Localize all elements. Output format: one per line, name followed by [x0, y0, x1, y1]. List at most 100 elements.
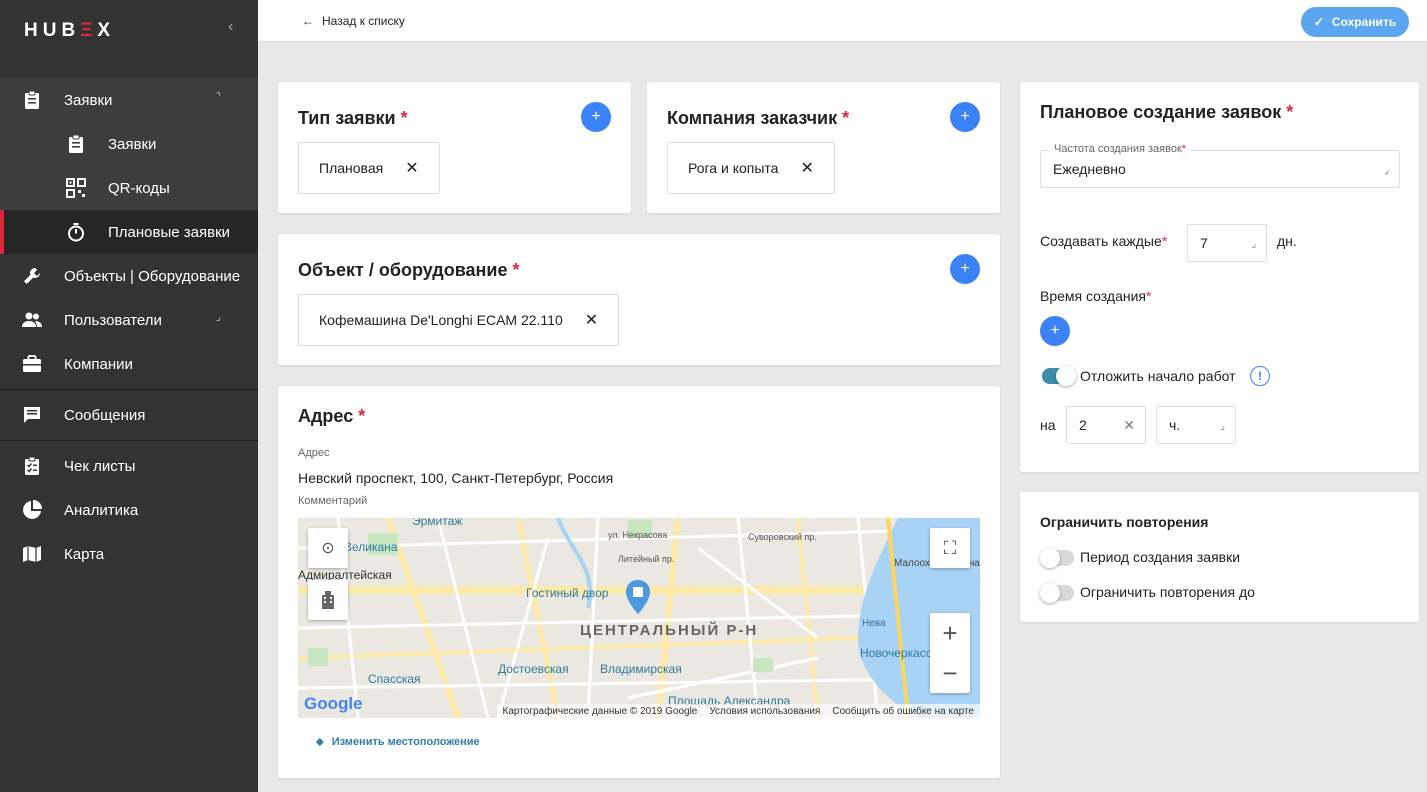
back-to-list-link[interactable]: ← Назад к списку	[302, 14, 405, 28]
change-location-link[interactable]: ⬥ Изменить местоположение	[316, 736, 480, 749]
card-title: Тип заявки *	[298, 108, 408, 128]
my-location-button[interactable]: ⊙	[308, 528, 348, 568]
address-label: Адрес	[298, 447, 330, 459]
map-label: Владимирская	[600, 662, 682, 676]
map-label: Нева	[862, 618, 886, 629]
google-logo: Google	[304, 694, 363, 713]
chip-label: Плановая	[319, 160, 384, 176]
card-title: Плановое создание заявок *	[1040, 102, 1294, 122]
sidebar-item-label: Карта	[64, 545, 105, 563]
delay-unit-select[interactable]: ч. ⌟	[1156, 406, 1236, 444]
plus-icon: +	[960, 108, 970, 125]
save-label: Сохранить	[1331, 15, 1397, 29]
sidebar-item-label: Компании	[64, 355, 133, 373]
info-icon[interactable]: !	[1250, 366, 1270, 386]
sidebar-item-checklists[interactable]: Чек листы	[0, 444, 258, 488]
add-time-button[interactable]: +	[1040, 316, 1070, 346]
sidebar-item-users[interactable]: Пользователи ⌟	[0, 298, 258, 342]
target-icon: ⊙	[321, 540, 335, 557]
caret-icon: ⌟	[1251, 239, 1256, 250]
delay-start-label: Отложить начало работ	[1080, 368, 1236, 384]
chevron-left-icon[interactable]: ‹	[228, 18, 233, 36]
zoom-in-button[interactable]: +	[942, 613, 957, 653]
address-card: Адрес * Адрес Невский проспект, 100, Сан…	[278, 386, 1000, 778]
limit-until-label: Ограничить повторения до	[1080, 584, 1255, 600]
card-title: Компания заказчик *	[667, 108, 850, 128]
map-icon	[23, 546, 41, 562]
sidebar-item-objects[interactable]: Объекты | Оборудование	[0, 254, 258, 298]
caret-icon: ⌟	[216, 312, 221, 323]
map-view[interactable]: Эрмитаж Великана Адмиралтейская Гостиный…	[298, 518, 980, 718]
sidebar: HUBΞX ‹ Заявки ⌝ Заявки QR-коды Плановые…	[0, 0, 258, 792]
limit-until-toggle[interactable]	[1040, 583, 1074, 603]
sidebar-item-label: Заявки	[64, 91, 113, 109]
toggle-knob	[1056, 366, 1076, 386]
delay-prefix: на	[1040, 417, 1056, 433]
building-layer-button[interactable]	[308, 580, 348, 620]
card-title: Объект / оборудование *	[298, 260, 520, 280]
frequency-label: Частота создания заявок*	[1050, 143, 1191, 155]
arrow-left-icon: ←	[302, 14, 314, 28]
period-toggle[interactable]	[1040, 548, 1074, 568]
every-input[interactable]: 7 ⌟	[1187, 224, 1267, 262]
sidebar-divider	[0, 440, 258, 441]
add-equipment-button[interactable]: +	[950, 254, 980, 284]
address-value[interactable]: Невский проспект, 100, Санкт-Петербург, …	[298, 470, 613, 486]
map-label: Достоевская	[498, 662, 569, 676]
close-icon[interactable]: ✕	[405, 158, 418, 178]
sidebar-item-companies[interactable]: Компании	[0, 342, 258, 386]
sidebar-item-requests[interactable]: Заявки ⌝	[0, 78, 258, 122]
sidebar-item-label: QR-коды	[108, 179, 170, 197]
sidebar-subitem-planned-requests[interactable]: Плановые заявки	[0, 210, 258, 254]
map-report-link[interactable]: Сообщить об ошибке на карте	[832, 706, 974, 717]
map-label: Спасская	[368, 672, 421, 686]
plus-icon: +	[1050, 322, 1060, 339]
every-label: Создавать каждые*	[1040, 233, 1168, 249]
map-label: ЦЕНТРАЛЬНЫЙ Р-Н	[580, 622, 759, 639]
building-icon	[322, 591, 334, 609]
hubex-logo[interactable]: HUBΞX	[24, 20, 115, 42]
sidebar-item-analytics[interactable]: Аналитика	[0, 488, 258, 532]
caret-icon: ⌝	[216, 92, 221, 103]
sidebar-item-label: Аналитика	[64, 501, 139, 519]
add-request-type-button[interactable]: +	[581, 102, 611, 132]
sidebar-item-label: Объекты | Оборудование	[64, 267, 241, 285]
fullscreen-icon: ⛶	[943, 537, 957, 558]
zoom-controls: + −	[930, 613, 970, 693]
close-icon[interactable]: ✕	[1123, 417, 1135, 434]
save-button[interactable]: ✓ Сохранить	[1301, 7, 1409, 37]
users-icon	[22, 312, 42, 327]
back-label: Назад к списку	[322, 14, 405, 28]
sidebar-item-map[interactable]: Карта	[0, 532, 258, 576]
sidebar-subitem-qr-codes[interactable]: QR-коды	[0, 166, 258, 210]
sidebar-item-label: Пользователи	[64, 311, 162, 329]
location-pin-icon: ⬥	[316, 736, 324, 748]
plus-icon: +	[960, 260, 970, 277]
close-icon[interactable]: ✕	[800, 158, 813, 178]
sidebar-item-label: Сообщения	[64, 406, 146, 424]
map-label: Литейный пр.	[618, 554, 675, 564]
sidebar-subitem-requests[interactable]: Заявки	[0, 122, 258, 166]
map-terms-link[interactable]: Условия использования	[709, 706, 820, 717]
message-icon	[24, 407, 40, 423]
sidebar-item-messages[interactable]: Сообщения	[0, 393, 258, 437]
frequency-select[interactable]: Ежедневно ⌟	[1040, 150, 1400, 188]
pie-chart-icon	[23, 500, 42, 519]
check-icon: ✓	[1313, 15, 1324, 29]
delay-value-input[interactable]: 2 ✕	[1066, 406, 1146, 444]
map-copyright: Картографические данные © 2019 Google	[502, 705, 698, 717]
fullscreen-button[interactable]: ⛶	[930, 528, 970, 568]
add-customer-button[interactable]: +	[950, 102, 980, 132]
zoom-out-button[interactable]: −	[942, 653, 957, 693]
toggle-knob	[1040, 583, 1060, 603]
map-label: Великана	[344, 540, 398, 554]
delay-start-toggle[interactable]	[1042, 366, 1076, 386]
stopwatch-icon	[68, 223, 84, 242]
close-icon[interactable]: ✕	[585, 310, 598, 330]
map-label: Суворовский пр.	[748, 532, 817, 542]
comment-label: Комментарий	[298, 495, 368, 507]
time-label: Время создания*	[1040, 288, 1152, 304]
plus-icon: +	[591, 108, 601, 125]
location-pin-icon	[626, 580, 650, 614]
selected-chip: Плановая ✕	[298, 142, 440, 194]
